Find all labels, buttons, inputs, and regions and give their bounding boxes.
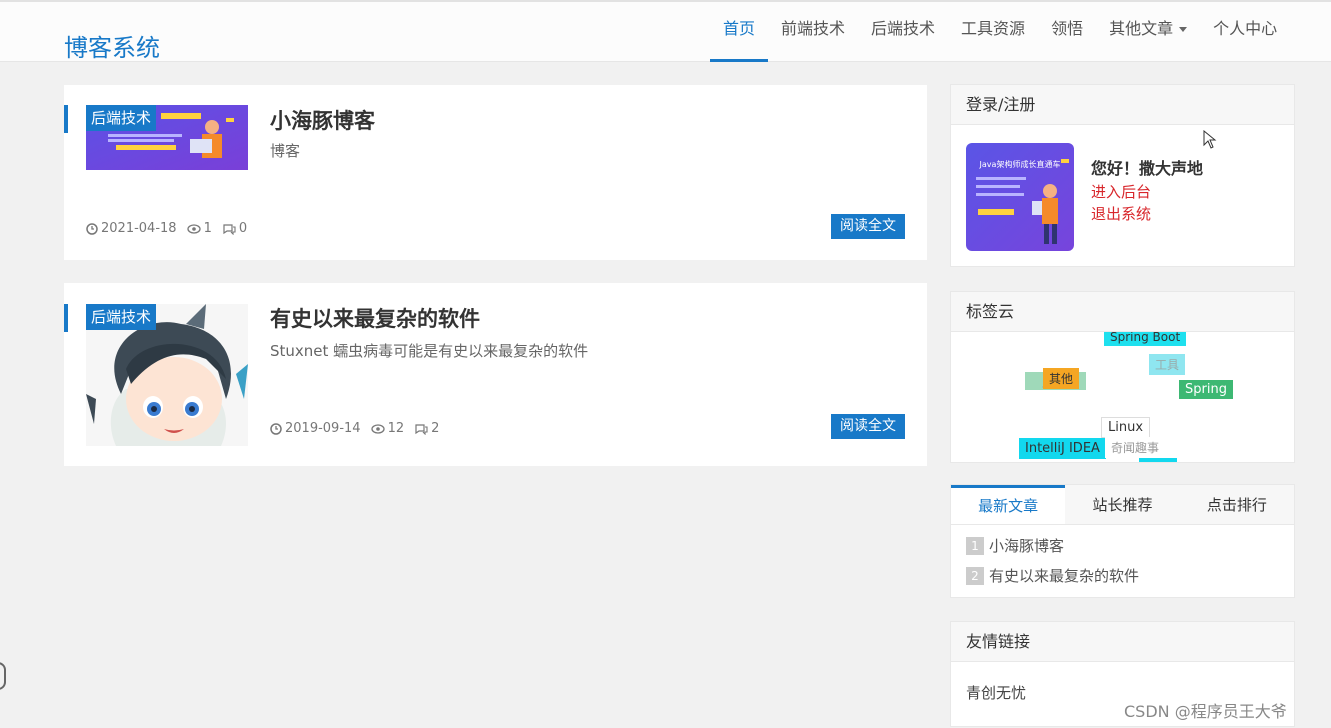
nav-backend[interactable]: 后端技术 [858, 2, 948, 62]
comment-icon [223, 223, 236, 235]
meta-date-text: 2021-04-18 [101, 221, 177, 236]
article-accent-bar [64, 105, 68, 133]
list-item[interactable]: 2 有史以来最复杂的软件 [951, 561, 1294, 591]
nav-home[interactable]: 首页 [710, 2, 769, 62]
article-card: 后端技术 有史以来最复杂的软件 Stuxnet 蠕虫病毒可能是有史以来最复杂的软… [64, 283, 927, 466]
tag-cloud-panel: 标签云 Spring Boot 工具 Java 其他 Spring Linux … [950, 291, 1295, 463]
article-tabs: 最新文章 站长推荐 点击排行 [951, 485, 1294, 525]
article-meta: 2021-04-18 1 0 [86, 221, 257, 236]
admin-link[interactable]: 进入后台 [1091, 181, 1151, 202]
tab-top-clicks[interactable]: 点击排行 [1180, 485, 1294, 524]
meta-date-text: 2019-09-14 [285, 421, 361, 436]
article-title[interactable]: 有史以来最复杂的软件 [270, 303, 480, 333]
nav-other-articles[interactable]: 其他文章 [1096, 2, 1200, 62]
site-brand[interactable]: 博客系统 [64, 28, 160, 63]
greeting-text: 您好！撒大声地 [1091, 159, 1204, 178]
meta-views: 12 [370, 421, 405, 436]
nav-tools[interactable]: 工具资源 [948, 2, 1038, 62]
category-tag[interactable]: 后端技术 [86, 304, 157, 330]
article-meta: 2019-09-14 12 2 [270, 421, 449, 436]
edge-handle-icon [0, 662, 6, 690]
top-header: 博客系统 首页 前端技术 后端技术 工具资源 领悟 其他文章 个人中心 [0, 0, 1331, 62]
main-nav: 首页 前端技术 后端技术 工具资源 领悟 其他文章 个人中心 [710, 2, 1290, 62]
meta-date: 2021-04-18 [86, 221, 177, 236]
list-item-title: 小海豚博客 [989, 537, 1065, 555]
comment-icon [415, 423, 428, 435]
tag-linux[interactable]: Linux [1101, 417, 1151, 438]
eye-icon [370, 423, 385, 434]
nav-other-label: 其他文章 [1109, 19, 1174, 38]
list-item-title: 有史以来最复杂的软件 [989, 567, 1140, 585]
article-card: 后端技术 小海豚博客 博客 2021-04-18 1 0 阅读全文 [64, 85, 927, 260]
tag-spring[interactable]: Spring [1179, 380, 1233, 399]
rank-number: 1 [966, 537, 984, 555]
category-tag[interactable]: 后端技术 [86, 105, 157, 131]
clock-icon [86, 222, 98, 235]
caret-down-icon [1179, 27, 1188, 32]
tag-cloud-title[interactable]: 标签云 [951, 292, 1294, 332]
csdn-watermark: CSDN @程序员王大爷 [1124, 702, 1287, 721]
tag-anecdotes[interactable]: 奇闻趣事 [1105, 437, 1166, 458]
mouse-cursor-icon [1203, 130, 1217, 149]
list-item[interactable]: 1 小海豚博客 [951, 531, 1294, 561]
user-avatar[interactable]: Java架构师成长直通车 [966, 143, 1074, 251]
read-more-button[interactable]: 阅读全文 [831, 414, 905, 439]
rank-number: 2 [966, 567, 984, 585]
article-title[interactable]: 小海豚博客 [270, 105, 375, 135]
tab-latest[interactable]: 最新文章 [951, 485, 1066, 524]
tab-list: 1 小海豚博客 2 有史以来最复杂的软件 [951, 525, 1294, 591]
tag-cloud-area: Spring Boot 工具 Java 其他 Spring Linux Inte… [951, 332, 1294, 462]
friend-link[interactable]: 青创无忧 [966, 682, 1026, 703]
tag-intellij-idea[interactable]: IntelliJ IDEA [1019, 438, 1106, 459]
tag-partial [1139, 458, 1177, 462]
read-more-button[interactable]: 阅读全文 [831, 214, 905, 239]
meta-comments: 0 [222, 221, 247, 236]
tag-other[interactable]: 其他 [1043, 368, 1080, 389]
meta-comments-text: 0 [238, 221, 248, 236]
login-panel-title[interactable]: 登录/注册 [951, 85, 1294, 125]
tag-tools[interactable]: 工具 [1149, 354, 1186, 375]
nav-insight[interactable]: 领悟 [1038, 2, 1096, 62]
friend-links-title[interactable]: 友情链接 [951, 622, 1294, 662]
nav-personal-center[interactable]: 个人中心 [1200, 2, 1290, 62]
meta-views-text: 1 [203, 221, 212, 236]
article-accent-bar [64, 304, 68, 332]
logout-link[interactable]: 退出系统 [1091, 203, 1151, 224]
nav-frontend[interactable]: 前端技术 [768, 2, 858, 62]
tag-spring-boot[interactable]: Spring Boot [1104, 332, 1187, 346]
login-panel: 登录/注册 Java架构师成长直通车 您好！撒大声地 进入后台 退出系统 [950, 84, 1295, 267]
article-summary: Stuxnet 蠕虫病毒可能是有史以来最复杂的软件 [270, 342, 589, 360]
avatar-caption: Java架构师成长直通车 [979, 159, 1061, 169]
meta-views: 1 [186, 221, 212, 236]
meta-views-text: 12 [387, 421, 405, 436]
eye-icon [186, 223, 201, 234]
tab-recommended[interactable]: 站长推荐 [1065, 485, 1179, 524]
article-tabs-panel: 最新文章 站长推荐 点击排行 1 小海豚博客 2 有史以来最复杂的软件 [950, 484, 1295, 598]
meta-date: 2019-09-14 [270, 421, 361, 436]
meta-comments-text: 2 [431, 421, 440, 436]
article-summary: 博客 [270, 142, 301, 160]
clock-icon [270, 422, 282, 435]
meta-comments: 2 [414, 421, 439, 436]
